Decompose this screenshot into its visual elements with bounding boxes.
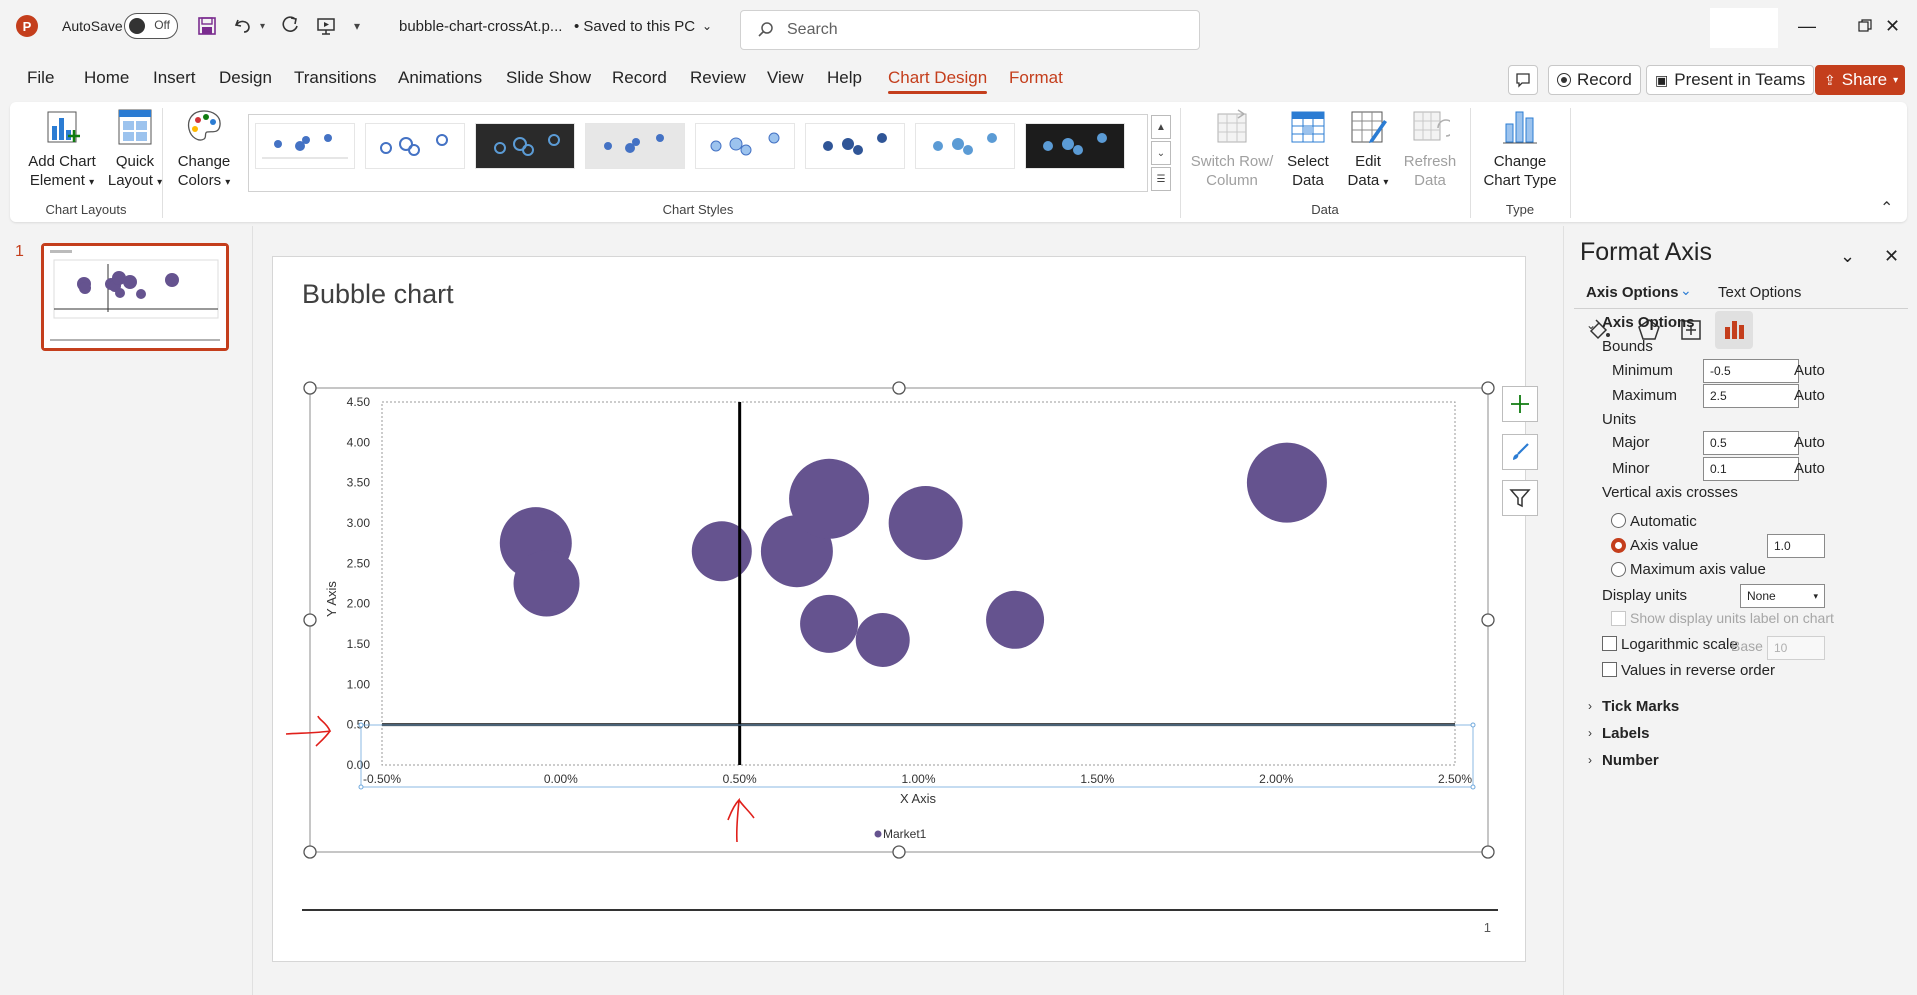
tab-text-options[interactable]: Text Options (1718, 284, 1801, 301)
minimum-input[interactable]: -0.5 (1703, 359, 1799, 383)
radio-axis-value-label[interactable]: Axis value (1630, 537, 1698, 554)
x-tick-label[interactable]: 2.00% (1259, 772, 1293, 786)
y-tick-label[interactable]: 4.50 (347, 395, 371, 409)
bubble-point[interactable] (513, 550, 580, 617)
display-units-label: Display units (1602, 587, 1688, 604)
radio-maximum-axis-value[interactable] (1611, 562, 1626, 577)
x-tick-label[interactable]: 0.50% (723, 772, 757, 786)
y-tick-label[interactable]: 2.00 (347, 597, 371, 611)
bounds-label: Bounds (1602, 338, 1653, 355)
tab-axis-options[interactable]: Axis Options (1586, 284, 1679, 301)
minimum-label: Minimum (1612, 362, 1673, 379)
y-tick-label[interactable]: 3.50 (347, 476, 371, 490)
annotation-arrow-up (727, 797, 755, 843)
chart-styles-button[interactable] (1502, 434, 1538, 470)
y-tick-label[interactable]: 3.00 (347, 516, 371, 530)
paintbrush-icon (1513, 443, 1529, 460)
section-number[interactable]: Number (1602, 752, 1659, 769)
x-tick-label[interactable]: -0.50% (363, 772, 401, 786)
minor-auto-button[interactable]: Auto (1794, 460, 1825, 477)
number-expand-icon[interactable]: › (1588, 753, 1592, 767)
y-tick-label[interactable]: 4.00 (347, 435, 371, 449)
minor-input[interactable]: 0.1 (1703, 457, 1799, 481)
tick-marks-expand-icon[interactable]: › (1588, 699, 1592, 713)
logarithmic-scale-checkbox[interactable] (1602, 636, 1617, 651)
chart-filters-button[interactable] (1502, 480, 1538, 516)
section-collapse-icon[interactable]: ⌄ (1586, 318, 1596, 332)
radio-automatic[interactable] (1611, 513, 1626, 528)
minimum-auto-button[interactable]: Auto (1794, 362, 1825, 379)
chart-elements-button[interactable] (1502, 386, 1538, 422)
logarithmic-scale-label[interactable]: Logarithmic scale (1621, 636, 1738, 653)
radio-automatic-label[interactable]: Automatic (1630, 513, 1697, 530)
x-tick-label[interactable]: 1.50% (1080, 772, 1114, 786)
maximum-label: Maximum (1612, 387, 1678, 404)
x-tick-label[interactable]: 1.00% (901, 772, 935, 786)
format-pane-title: Format Axis (1580, 238, 1712, 266)
filter-icon (1509, 489, 1531, 508)
major-auto-button[interactable]: Auto (1794, 434, 1825, 451)
section-labels[interactable]: Labels (1602, 725, 1650, 742)
base-label: Base (1731, 638, 1763, 654)
bubble-point[interactable] (986, 590, 1045, 649)
x-axis-title[interactable]: X Axis (900, 791, 937, 806)
bubble-point[interactable] (888, 486, 963, 560)
plus-icon (1511, 395, 1529, 413)
reverse-order-checkbox[interactable] (1602, 662, 1617, 677)
y-tick-label[interactable]: 1.00 (347, 677, 371, 691)
x-tick-label[interactable]: 0.00% (544, 772, 578, 786)
annotation-arrow-left (285, 715, 332, 747)
base-input[interactable]: 10 (1767, 636, 1825, 660)
bubble-point[interactable] (855, 612, 910, 667)
radio-axis-value[interactable] (1611, 538, 1626, 553)
maximum-input[interactable]: 2.5 (1703, 384, 1799, 408)
maximum-auto-button[interactable]: Auto (1794, 387, 1825, 404)
reverse-order-label[interactable]: Values in reverse order (1621, 662, 1775, 679)
axis-value-input[interactable]: 1.0 (1767, 534, 1825, 558)
x-tick-label[interactable]: 2.50% (1438, 772, 1472, 786)
y-tick-label[interactable]: 0.00 (347, 758, 371, 772)
bubble-point[interactable] (691, 521, 752, 582)
units-label: Units (1602, 411, 1637, 428)
y-axis-title[interactable]: Y Axis (324, 581, 339, 617)
legend-marker (874, 830, 882, 838)
radio-maximum-axis-value-label[interactable]: Maximum axis value (1630, 561, 1766, 578)
show-units-label-text: Show display units label on chart (1630, 610, 1834, 626)
dropdown-chevron-icon: ▾ (1813, 590, 1818, 601)
minor-label: Minor (1612, 460, 1650, 477)
bubble-point[interactable] (1246, 442, 1327, 523)
close-pane-icon[interactable]: ✕ (1884, 246, 1899, 267)
display-units-select[interactable]: None ▾ (1740, 584, 1825, 608)
display-units-value: None (1747, 589, 1776, 603)
pane-divider (1574, 308, 1908, 309)
y-tick-label[interactable]: 1.50 (347, 637, 371, 651)
major-input[interactable]: 0.5 (1703, 431, 1799, 455)
show-units-label-checkbox[interactable] (1611, 611, 1626, 626)
bubble-point[interactable] (789, 458, 870, 539)
major-label: Major (1612, 434, 1650, 451)
bubble-point[interactable] (800, 594, 859, 653)
section-axis-options[interactable]: Axis Options (1602, 314, 1695, 331)
section-tick-marks[interactable]: Tick Marks (1602, 698, 1679, 715)
axis-options-dropdown-icon[interactable]: ⌄ (1680, 282, 1692, 299)
vertical-axis-crosses-label: Vertical axis crosses (1602, 484, 1738, 501)
y-tick-label[interactable]: 2.50 (347, 556, 371, 570)
labels-expand-icon[interactable]: › (1588, 726, 1592, 740)
axis-options-bar-icon[interactable] (1715, 311, 1753, 349)
legend-label[interactable]: Market1 (883, 827, 927, 841)
pane-options-chevron-icon[interactable]: ⌄ (1840, 246, 1855, 267)
format-axis-pane: Format Axis ⌄ ✕ Axis Options ⌄ Text Opti… (1563, 226, 1917, 995)
